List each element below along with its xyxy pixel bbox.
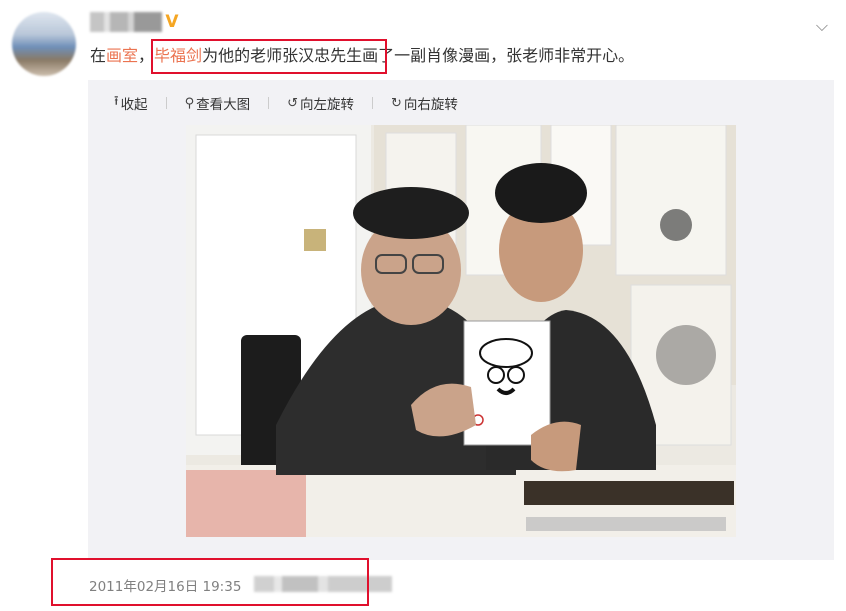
rotate-right-label: 向右旋转 [403, 97, 458, 113]
link-studio[interactable]: 画室 [106, 46, 138, 65]
avatar[interactable] [12, 12, 76, 76]
source-blurred [254, 576, 392, 592]
rotate-right-icon: ↻ [391, 95, 402, 111]
view-large-label: 查看大图 [196, 97, 251, 113]
post-photo[interactable] [186, 125, 736, 537]
toolbar-divider [372, 97, 373, 109]
collapse-button[interactable]: ⭱ 收起 [114, 92, 148, 114]
arrow-up-icon: ⭱ [114, 94, 119, 109]
magnifier-icon: ⚲ [184, 95, 195, 111]
toolbar-divider [165, 97, 167, 109]
comma: ， [138, 46, 155, 65]
rotate-right-button[interactable]: ↻ 向右旋转 [391, 93, 458, 114]
verified-badge-icon: V [165, 12, 179, 32]
link-bi-fujian[interactable]: 毕福剑 [154, 46, 202, 65]
media-toolbar: ⭱ 收起 ⚲ 查看大图 ↺ 向左旋转 ↻ 向右旋转 [114, 92, 458, 114]
photo-illustration [186, 125, 736, 537]
rotate-left-button[interactable]: ↺ 向左旋转 [287, 93, 354, 114]
rotate-left-icon: ↺ [287, 95, 298, 111]
post-text: 在画室，毕福剑为他的老师张汉忠先生画了一副肖像漫画，张老师非常开心。 [90, 44, 634, 68]
collapse-label: 收起 [120, 97, 148, 113]
post-text-suffix: 为他的老师张汉忠先生画了一副肖像漫画，张老师非常开心。 [202, 46, 635, 65]
post-text-prefix: 在 [90, 46, 107, 65]
view-large-button[interactable]: ⚲ 查看大图 [184, 93, 251, 114]
chevron-down-icon[interactable]: ⌵ [812, 16, 832, 36]
toolbar-divider [268, 97, 270, 109]
rotate-left-label: 向左旋转 [300, 97, 354, 113]
post-timestamp[interactable]: 2011年02月16日 19:35 [89, 575, 241, 595]
username-blurred[interactable] [90, 12, 162, 32]
